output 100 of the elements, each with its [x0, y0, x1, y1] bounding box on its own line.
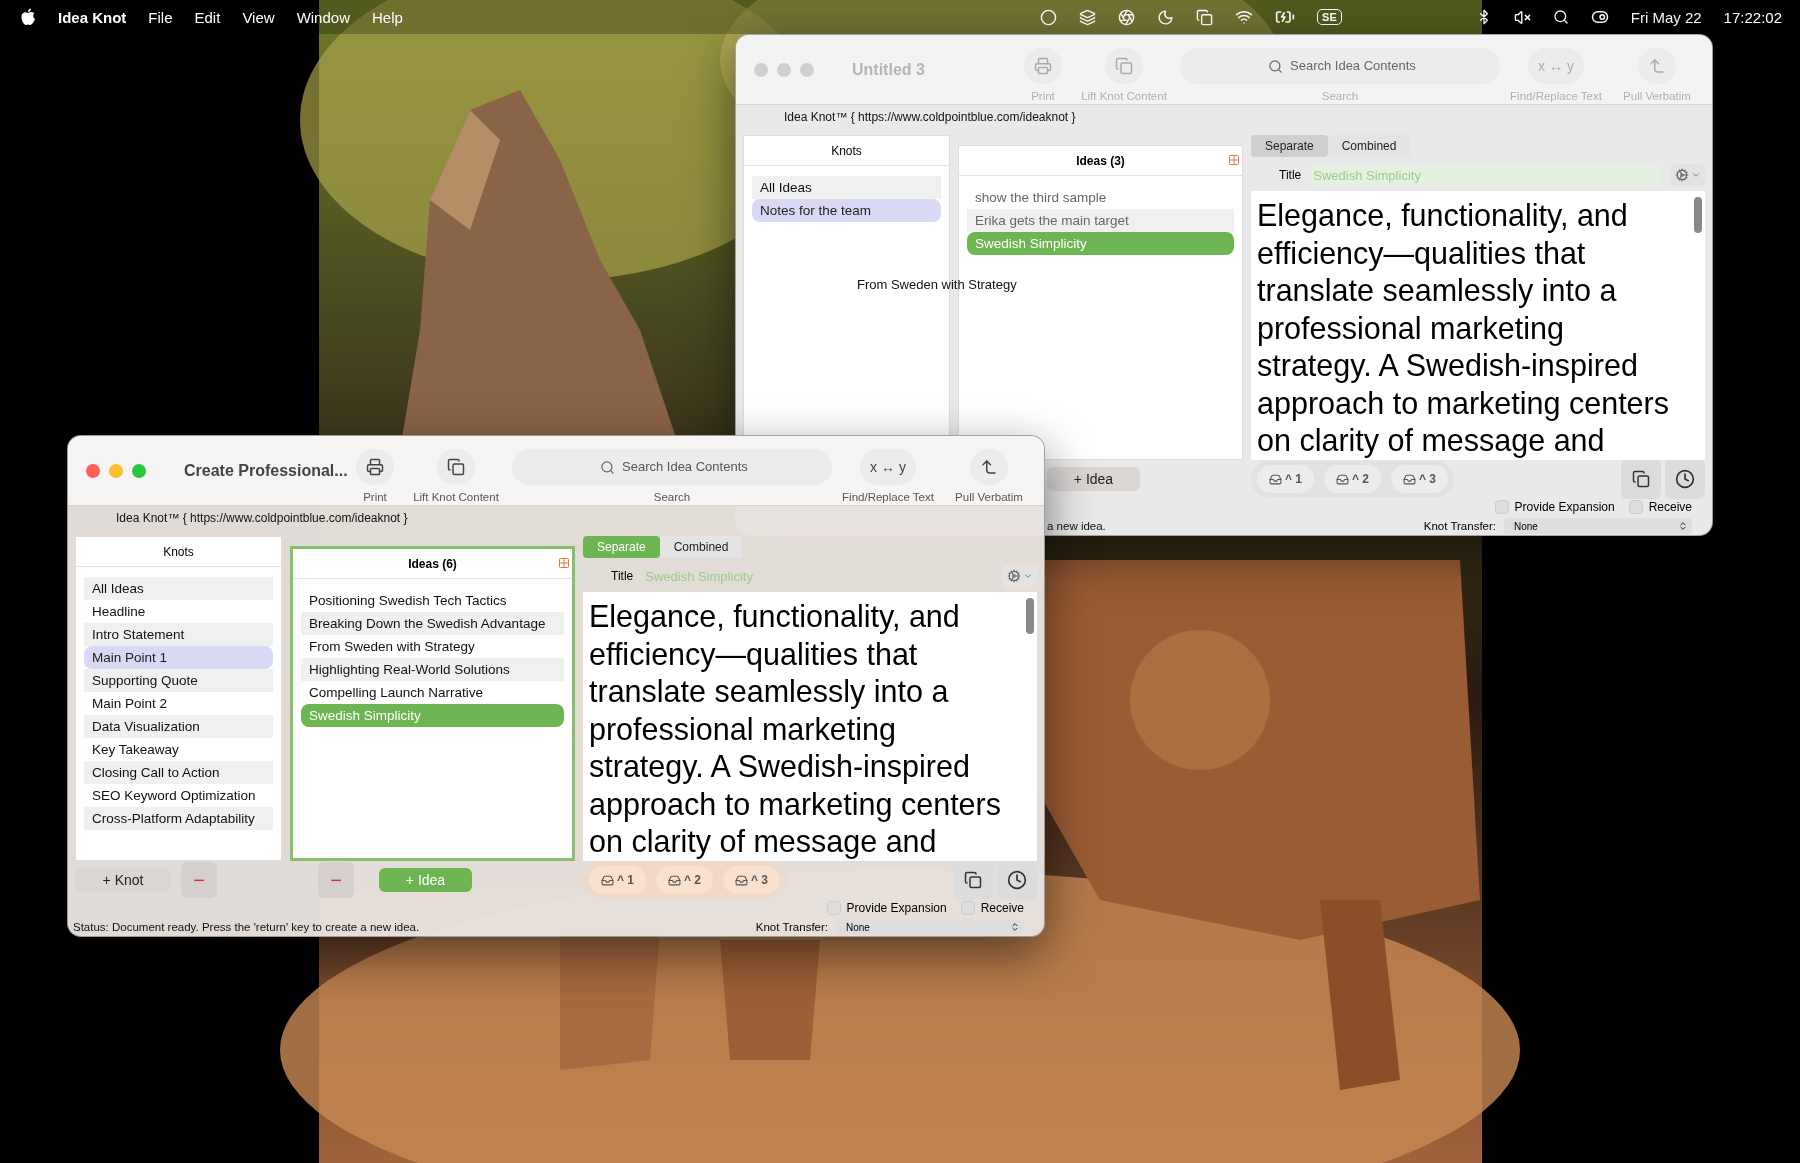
menu-item[interactable]: View	[242, 8, 275, 26]
clock-button[interactable]	[997, 860, 1037, 900]
scrollbar[interactable]	[1026, 598, 1034, 634]
idea-item[interactable]: Erika gets the main target	[967, 209, 1234, 232]
clock-icon	[1675, 469, 1695, 489]
mute-icon[interactable]	[1513, 8, 1531, 26]
control-center-icon[interactable]	[1590, 8, 1609, 26]
idea-item[interactable]: show the third sample	[967, 186, 1234, 209]
menu-date[interactable]: Fri May 22	[1630, 8, 1702, 26]
moon-icon[interactable]	[1157, 8, 1175, 26]
title-menu-button[interactable]	[1003, 565, 1037, 587]
url-text: Idea Knot™ { https://www.coldpointblue.com/ideaknot }	[784, 110, 1076, 124]
toolbar-label: Search	[1321, 89, 1359, 102]
status-text: a new idea.	[1046, 520, 1106, 534]
search-icon[interactable]	[1552, 9, 1569, 25]
toolbar-label: Print	[363, 490, 387, 503]
menu-item[interactable]: File	[148, 8, 173, 26]
transfer-label: Knot Transfer:	[1423, 520, 1496, 532]
tray-icon	[1336, 472, 1349, 486]
idea-item[interactable]: Positioning Swedish Tech Tactics	[301, 589, 564, 612]
option-checkbox[interactable]: Provide Expansion	[826, 901, 947, 915]
knot-item[interactable]: Closing Call to Action	[84, 761, 273, 784]
transfer-select[interactable]: None	[836, 919, 1024, 935]
copy-button[interactable]	[1621, 459, 1661, 499]
tray-icon	[1269, 472, 1282, 486]
chevron-down-icon	[1023, 571, 1033, 581]
knot-item[interactable]: SEO Keyword Optimization	[84, 784, 273, 807]
transfer-label: Knot Transfer:	[755, 921, 828, 933]
printer-icon	[366, 457, 384, 476]
idea-item[interactable]: From Sweden with Strategy	[301, 635, 564, 658]
find-replace-button[interactable]: x ↔ y	[860, 448, 916, 485]
grid-icon[interactable]	[558, 557, 570, 569]
window-control[interactable]	[86, 463, 100, 478]
view-tab[interactable]: Combined	[1327, 135, 1411, 157]
shortcut-button[interactable]: ^ 1	[1257, 465, 1314, 493]
knot-item[interactable]: Notes for the team	[752, 199, 941, 222]
copy-button[interactable]	[953, 860, 993, 900]
shortcut-button[interactable]: ^ 3	[723, 866, 781, 894]
tray-icon	[601, 873, 614, 887]
pull-verbatim-button[interactable]	[970, 448, 1008, 485]
option-checkbox[interactable]: Provide Expansion	[1494, 500, 1615, 514]
menu-item[interactable]: Window	[296, 8, 350, 26]
knot-item[interactable]: All Ideas	[752, 176, 941, 199]
shortcut-button[interactable]: ^ 1	[589, 866, 646, 894]
drag-label: From Sweden with Strategy	[857, 277, 1017, 292]
aperture-icon[interactable]	[1118, 8, 1136, 26]
gear-icon	[1007, 569, 1021, 583]
view-tab[interactable]: Combined	[659, 536, 743, 558]
clock-button[interactable]	[1665, 459, 1705, 499]
copy-icon	[1632, 470, 1650, 488]
knot-item[interactable]: Cross-Platform Adaptability	[84, 807, 273, 830]
option-checkbox[interactable]: Receive	[1628, 500, 1692, 514]
menu-item[interactable]: Edit	[194, 8, 221, 26]
knot-item[interactable]: Supporting Quote	[84, 669, 273, 692]
knot-item[interactable]: Headline	[84, 600, 273, 623]
panel-header: Knots	[831, 143, 862, 158]
idea-item[interactable]: Breaking Down the Swedish Advantage	[301, 612, 564, 635]
panel-header: Ideas (6)	[408, 556, 457, 571]
printer-icon	[1034, 56, 1052, 75]
panel-header: Ideas (3)	[1076, 153, 1125, 168]
search-field[interactable]: Search Idea Contents	[512, 448, 832, 485]
shortcut-button[interactable]: ^ 3	[1391, 465, 1449, 493]
layers-icon[interactable]	[1079, 8, 1097, 26]
title-menu-button[interactable]	[1671, 164, 1705, 186]
app-menu[interactable]: Idea Knot	[58, 8, 127, 26]
print-button[interactable]	[356, 448, 394, 485]
view-tab[interactable]: Separate	[1251, 135, 1328, 157]
idea-item[interactable]: Highlighting Real-World Solutions	[301, 658, 564, 681]
remove-idea-button[interactable]: −	[318, 862, 354, 898]
menu-item[interactable]: Help	[372, 8, 403, 26]
circle-icon[interactable]	[1040, 8, 1058, 26]
gear-icon	[1675, 168, 1689, 182]
scrollbar[interactable]	[1694, 197, 1702, 233]
menu-time[interactable]: 17:22:02	[1723, 8, 1782, 26]
shortcut-button[interactable]: ^ 2	[656, 866, 714, 894]
knot-item[interactable]: Data Visualization	[84, 715, 273, 738]
apple-icon[interactable]	[20, 8, 36, 26]
shortcut-button[interactable]: ^ 2	[1324, 465, 1382, 493]
input-source-badge[interactable]: SE	[1317, 9, 1342, 25]
idea-item[interactable]: Compelling Launch Narrative	[301, 681, 564, 704]
knot-item[interactable]: Main Point 1	[84, 646, 273, 669]
option-checkbox[interactable]: Receive	[960, 901, 1024, 915]
lift-content-button[interactable]	[437, 448, 475, 485]
corner-arrow-icon	[980, 457, 998, 476]
remove-knot-button[interactable]: −	[181, 862, 217, 898]
knot-item[interactable]: All Ideas	[84, 577, 273, 600]
knot-item[interactable]: Main Point 2	[84, 692, 273, 715]
add-knot-button[interactable]: + Knot	[75, 868, 171, 892]
toolbar-label: Search	[653, 490, 691, 503]
corner-arrow-icon	[1648, 56, 1666, 75]
windows-icon[interactable]	[1196, 8, 1214, 26]
knot-item[interactable]: Intro Statement	[84, 623, 273, 646]
grid-icon[interactable]	[1228, 154, 1240, 166]
window-title: Untitled 3	[852, 60, 926, 79]
status-text: Status: Document ready. Press the 'return' key to create a new idea.	[73, 921, 420, 935]
transfer-select[interactable]: None	[1504, 518, 1692, 534]
knot-item[interactable]: Key Takeaway	[84, 738, 273, 761]
wifi-icon[interactable]	[1235, 8, 1254, 26]
add-idea-button[interactable]: + Idea	[1047, 467, 1140, 491]
search-field[interactable]: Search Idea Contents	[1180, 47, 1500, 84]
